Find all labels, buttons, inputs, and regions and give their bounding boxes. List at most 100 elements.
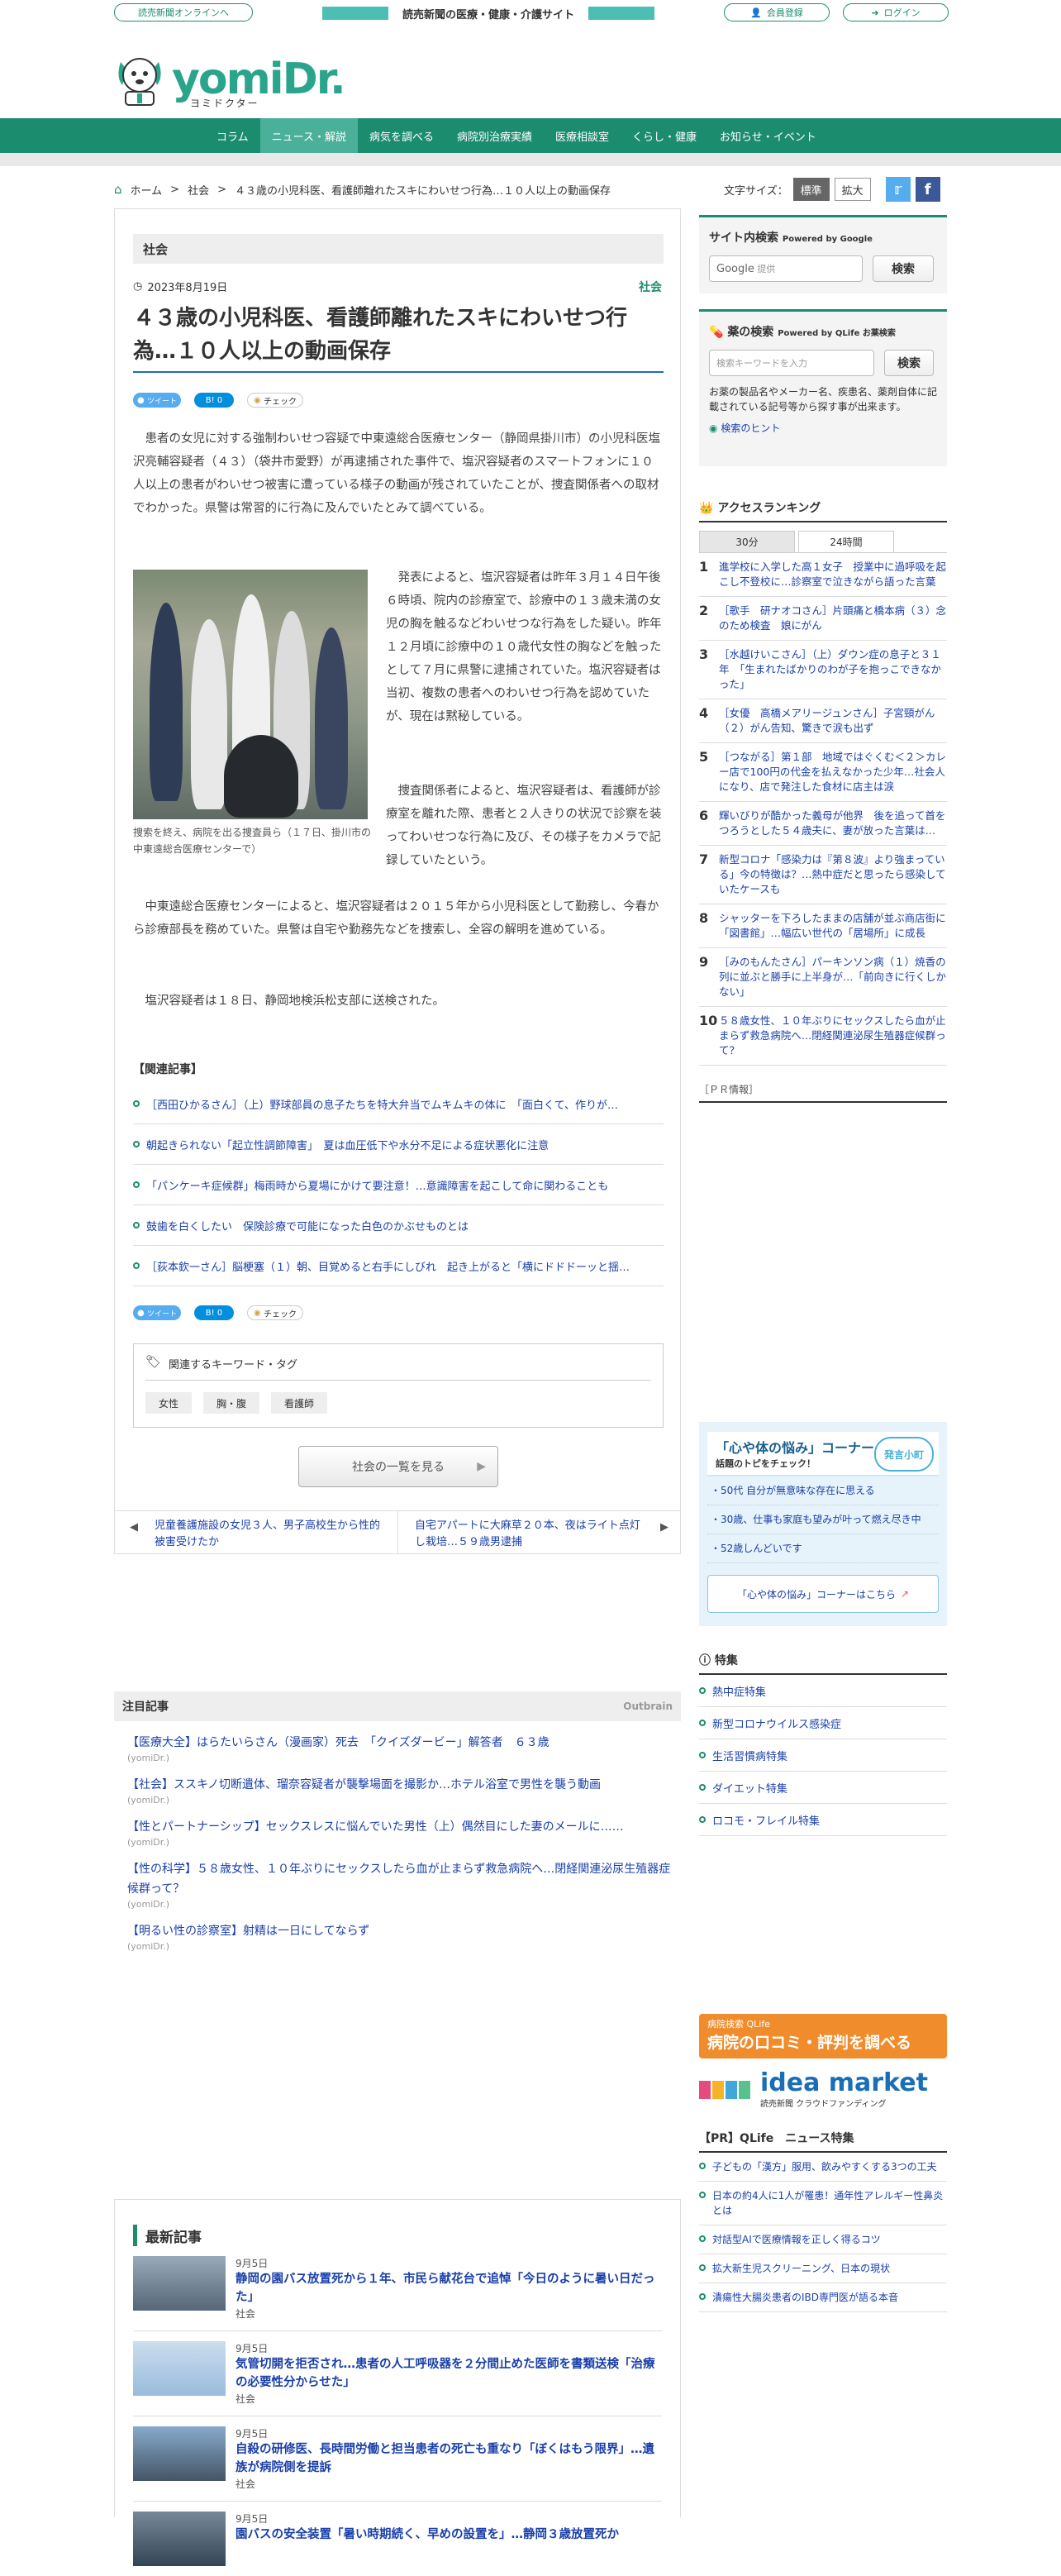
login-button[interactable]: ➜ ログイン <box>843 3 949 21</box>
feature-link[interactable]: 熱中症特集 <box>699 1675 947 1707</box>
idea-market-banner[interactable]: idea market 読売新聞 クラウドファンディング <box>699 2068 947 2109</box>
nav-item-diseases[interactable]: 病気を調べる <box>358 118 445 153</box>
next-article-link[interactable]: 自宅アパートに大麻草２０本、夜はライト点灯し栽培…５９歳男逮捕 ▶ <box>397 1511 680 1553</box>
nav-item-news[interactable]: ニュース・解説 <box>259 118 358 153</box>
related-article-link[interactable]: 鼓歯を白くしたい 保険診療で可能になった白色のかぶせものとは <box>133 1205 664 1246</box>
register-button[interactable]: 👤 会員登録 <box>724 3 830 21</box>
bullet-icon <box>133 1100 140 1107</box>
feature-link-text: ダイエット特集 <box>712 1782 787 1796</box>
info-icon: ⓘ <box>699 1654 711 1667</box>
outbrain-item[interactable]: 【性の科学】５８歳女性、１０年ぶりにセックスしたら血が止まらず救急病院へ…閉経関… <box>114 1859 681 1910</box>
ranking-item[interactable]: 4 ［女優 高橋メアリージュンさん］子宮頸がん（２）がん告知、驚きで涙も出ず <box>699 699 947 743</box>
related-article-link[interactable]: 朝起きられない「起立性調節障害」 夏は血圧低下や水分不足による症状悪化に注意 <box>133 1124 664 1165</box>
keyword-tag[interactable]: 胸・腹 <box>203 1392 260 1414</box>
feature-link[interactable]: ロコモ・フレイル特集 <box>699 1804 947 1836</box>
yomiuri-online-link[interactable]: 読売新聞オンラインへ <box>114 3 253 21</box>
kokoro-item[interactable]: ・30歳、仕事も家庭も望みが叶って燃え尽き中 <box>707 1505 939 1534</box>
nav-item-hospital-results[interactable]: 病院別治療実績 <box>445 118 544 153</box>
qlife-link-text: 子どもの「漢方」服用、飲みやすくする3つの工夫 <box>712 2161 937 2173</box>
font-standard-button[interactable]: 標準 <box>792 178 830 201</box>
qlife-link[interactable]: 子どもの「漢方」服用、飲みやすくする3つの工夫 <box>699 2153 947 2182</box>
ranking-title-text: 輝いびりが酷かった義母が他界 後を追って首をつろうとした５４歳夫に、妻が放った言… <box>719 809 946 837</box>
qlife-link[interactable]: 拡大新生児スクリーニング、日本の現状 <box>699 2254 947 2283</box>
nav-item-column[interactable]: コラム <box>205 118 260 153</box>
tab-30min[interactable]: 30分 <box>699 531 795 552</box>
related-article-link[interactable]: 「パンケーキ症候群」梅雨時から夏場にかけて要注意！…意識障害を起こして命に関わる… <box>133 1165 664 1205</box>
kokoro-item[interactable]: ・52歳しんどいです <box>707 1534 939 1563</box>
twitter-icon[interactable]: 𝕣 <box>885 177 911 202</box>
article-thumbnail <box>133 2256 226 2311</box>
latest-article[interactable]: 9月5日 静岡の園バス放置死から１年、市民ら献花台で追悼「今日のように暑い日だった… <box>133 2246 662 2331</box>
ranking-item[interactable]: 5 ［つながる］第１部 地域ではぐくむ＜２＞カレー店で100円の代金を払えなかった… <box>699 743 947 802</box>
ranking-item[interactable]: 8 シャッターを下ろしたままの店舗が並ぶ商店街に「図書館」…幅広い世代の「居場所」… <box>699 904 947 948</box>
article-photo[interactable] <box>133 570 368 819</box>
prev-article-link[interactable]: ◀ 児童養護施設の女児３人、男子高校生から性的被害受けたか <box>115 1511 397 1553</box>
rank-number: 7 <box>699 852 709 867</box>
ranking-title-text: ［みのもんたさん］パーキンソン病（１）焼香の列に並ぶと勝手に上半身が…「前向きに… <box>719 956 947 998</box>
ranking-item[interactable]: 6 輝いびりが酷かった義母が他界 後を追って首をつろうとした５４歳夫に、妻が放った… <box>699 802 947 846</box>
site-logo[interactable]: yomiDr. ヨミドクター <box>114 48 346 111</box>
site-search-input[interactable]: Google 提供 <box>709 255 863 282</box>
ranking-item[interactable]: 7 新型コロナ「感染力は『第８波』より強まっている」今の特徴は？…熱中症だと思った… <box>699 846 947 904</box>
outbrain-item[interactable]: 【医療大全】はらたいらさん（漫画家）死去 「クイズダービー」解答者 ６３歳 (yo… <box>114 1733 681 1763</box>
breadcrumb-current: ４３歳の小児科医、看護師離れたスキにわいせつ行為…１０人以上の動画保存 <box>234 184 611 198</box>
bullet-icon <box>699 2235 706 2242</box>
idea-market-title: idea market <box>760 2068 928 2097</box>
latest-article[interactable]: 9月5日 園バスの安全装置「暑い時期続く、早めの設置を」…静岡３歳放置死か <box>133 2502 662 2576</box>
drug-search-input[interactable]: 検索キーワードを入力 <box>709 350 874 376</box>
ranking-item[interactable]: 10 ５８歳女性、１０年ぶりにセックスしたら血が止まらず救急病院へ…閉経関連泌尿生… <box>699 1007 947 1066</box>
tweet-button[interactable]: ● ツイート <box>133 1305 181 1320</box>
nav-item-life-health[interactable]: くらし・健康 <box>621 118 708 153</box>
font-large-button[interactable]: 拡大 <box>834 178 871 201</box>
tab-24hours[interactable]: 24時間 <box>798 531 894 552</box>
related-article-title: 鼓歯を白くしたい 保険診療で可能になった白色のかぶせものとは <box>146 1220 469 1233</box>
feature-link[interactable]: 新型コロナウイルス感染症 <box>699 1707 947 1739</box>
keyword-tag[interactable]: 看護師 <box>271 1392 328 1414</box>
keyword-tag[interactable]: 女性 <box>145 1392 193 1414</box>
outbrain-item-title: 【性の科学】５８歳女性、１０年ぶりにセックスしたら血が止まらず救急病院へ…閉経関… <box>127 1863 671 1896</box>
qlife-link[interactable]: 潰瘍性大腸炎患者のIBD専門医が語る本音 <box>699 2283 947 2312</box>
category-label[interactable]: 社会 <box>639 279 662 295</box>
outbrain-item[interactable]: 【社会】ススキノ切断遺体、瑠奈容疑者が襲撃場面を撮影か…ホテル浴室で男性を襲う動… <box>114 1775 681 1806</box>
qlife-link[interactable]: 対話型AIで医療情報を正しく得るコツ <box>699 2225 947 2254</box>
drug-search-button[interactable]: 検索 <box>884 350 934 376</box>
related-article-link[interactable]: ［西田ひかるさん］（上）野球部員の息子たちを特大弁当でムキムキの体に 「面白くて… <box>133 1084 664 1124</box>
feature-link[interactable]: ダイエット特集 <box>699 1772 947 1804</box>
login-icon: ➜ <box>871 7 879 18</box>
outbrain-item[interactable]: 【明るい性の診察室】射精は一日にしてならず (yomiDr.) <box>114 1921 681 1952</box>
feature-link[interactable]: 生活習慣病特集 <box>699 1739 947 1772</box>
bullet-icon <box>133 1141 140 1147</box>
drug-search-hint-link[interactable]: ◉ 検索のヒント <box>709 421 937 435</box>
ranking-item[interactable]: 2 ［歌手 研ナオコさん］片頭痛と橋本病（３）念のため検査 娘にがん <box>699 597 947 641</box>
tweet-button[interactable]: ● ツイート <box>133 393 181 408</box>
breadcrumb-category[interactable]: 社会 <box>188 182 209 198</box>
kokoro-item-text: 52歳しんどいです <box>721 1543 802 1554</box>
kokoro-link-button[interactable]: 「心や体の悩み」コーナーはこちら ↗ <box>707 1575 939 1613</box>
outbrain-logo[interactable]: Outbrain <box>623 1701 673 1712</box>
check-button[interactable]: ◉ チェック <box>247 393 303 408</box>
pr-info-heading: ［ＰＲ情報］ <box>699 1066 947 1103</box>
hospital-search-banner[interactable]: 病院検索 QLife 病院の口コミ・評判を調べる <box>699 2014 947 2058</box>
related-article-link[interactable]: ［荻本欽一さん］脳梗塞（１）朝、目覚めると右手にしびれ 起き上がると「横にドドド… <box>133 1246 664 1286</box>
latest-article[interactable]: 9月5日 自殺の研修医、長時間労働と担当患者の死亡も重なり「ぼくはもう限界」…遺族… <box>133 2416 662 2502</box>
ranking-item[interactable]: 9 ［みのもんたさん］パーキンソン病（１）焼香の列に並ぶと勝手に上半身が…「前向き… <box>699 948 947 1007</box>
nav-item-consultation[interactable]: 医療相談室 <box>544 118 621 153</box>
nav-item-events[interactable]: お知らせ・イベント <box>708 118 828 153</box>
outbrain-item-source: (yomiDr.) <box>127 1795 170 1806</box>
latest-article-title: 静岡の園バス放置死から１年、市民ら献花台で追悼「今日のように暑い日だった」 <box>236 2273 655 2304</box>
outbrain-item[interactable]: 【性とパートナーシップ】セックスレスに悩んでいた男性（上）偶然目にした妻のメール… <box>114 1817 681 1848</box>
article-thumbnail <box>133 2512 226 2566</box>
facebook-icon[interactable]: f <box>915 177 940 202</box>
more-articles-button[interactable]: 社会の一覧を見る ▶ <box>298 1446 498 1487</box>
qlife-link[interactable]: 日本の約4人に1人が罹患！通年性アレルギー性鼻炎とは <box>699 2182 947 2225</box>
kokoro-item[interactable]: ・50代 自分が無意味な存在に思える <box>707 1476 939 1505</box>
hatena-bookmark-button[interactable]: B! 0 <box>194 1305 234 1320</box>
latest-article[interactable]: 9月5日 気管切開を拒否され…患者の人工呼吸器を２分間止めた医師を書類送検「治療の… <box>133 2331 662 2416</box>
ranking-item[interactable]: 1 進学校に入学した高１女子 授業中に過呼吸を起こし不登校に…診察室で泣きながら語… <box>699 553 947 597</box>
ranking-item[interactable]: 3 ［水越けいこさん］（上）ダウン症の息子と３１年 「生まれたばかりのわが子を抱っ… <box>699 641 947 699</box>
hatena-bookmark-button[interactable]: B! 0 <box>194 393 234 408</box>
site-search-button[interactable]: 検索 <box>873 255 934 282</box>
home-icon: ⌂ <box>114 182 122 197</box>
breadcrumb-home[interactable]: ホーム <box>131 182 163 198</box>
check-button[interactable]: ◉ チェック <box>247 1305 303 1320</box>
